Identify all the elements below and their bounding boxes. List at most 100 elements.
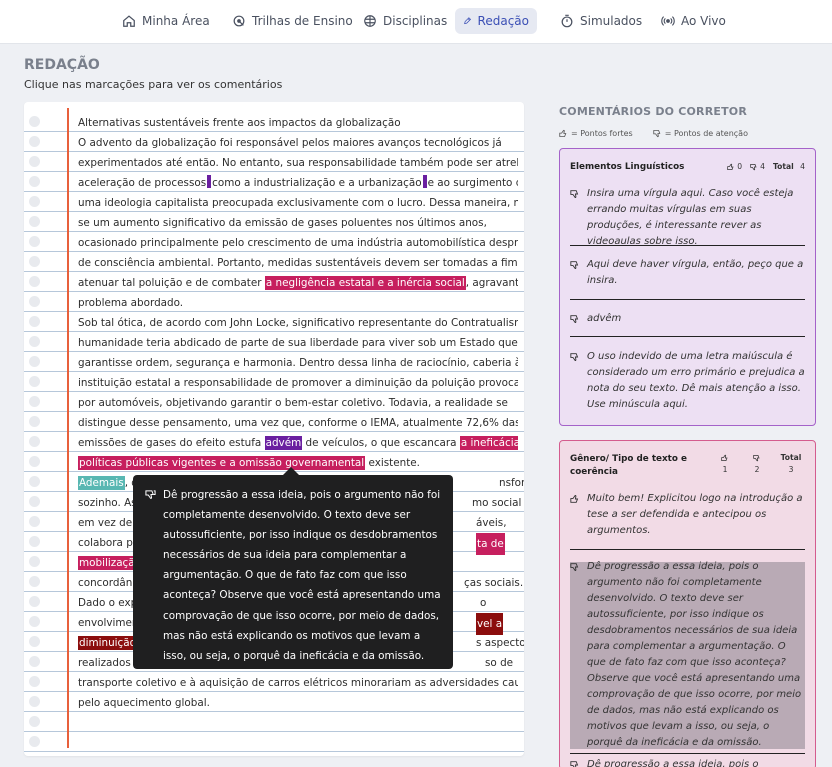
nav-redacao[interactable]: Redação — [455, 8, 537, 34]
comment-item[interactable]: Insira uma vírgula aqui. Caso você estej… — [570, 186, 805, 250]
thumbs-down-icon — [653, 130, 661, 138]
nav-label: Ao Vivo — [681, 14, 726, 28]
legend-strong: = Pontos fortes — [559, 129, 633, 138]
nav-simulados[interactable]: Simulados — [552, 8, 650, 34]
tooltip-arrow — [283, 467, 299, 475]
line-dot — [29, 156, 40, 167]
tooltip-text: Dê progressão a essa ideia, pois o argum… — [163, 489, 441, 662]
comment-marker[interactable] — [207, 175, 212, 188]
highlight-mark[interactable]: vel a — [476, 613, 504, 635]
highlight-mark[interactable]: Ademais — [78, 476, 125, 490]
count-attention: 4 — [750, 162, 765, 171]
card-title: Elementos Linguísticos — [570, 162, 685, 172]
thumbs-down-icon — [145, 490, 156, 499]
highlight-mark[interactable]: mobilizaçã — [78, 556, 136, 570]
count-strong: 1 — [713, 454, 737, 474]
comment-divider — [570, 299, 805, 300]
broadcast-icon — [661, 16, 675, 26]
line-dot — [29, 296, 40, 307]
line-dot — [29, 576, 40, 587]
line-dot — [29, 116, 40, 127]
thumbs-down-icon — [753, 454, 760, 461]
nav-trilhas[interactable]: Trilhas de Ensino — [224, 8, 361, 34]
comment-item[interactable]: Muito bem! Explicitou logo na introdução… — [570, 491, 805, 539]
line-dot — [29, 436, 40, 447]
essay-line: instituição estatal a responsabilidade d… — [78, 377, 518, 389]
comment-item[interactable]: Aqui deve haver vírgula, então, peço que… — [570, 257, 805, 289]
nav-disciplinas[interactable]: Disciplinas — [355, 8, 455, 34]
nav-ao-vivo[interactable]: Ao Vivo — [653, 8, 734, 34]
comment-item[interactable]: O uso indevido de uma letra maiúscula é … — [570, 349, 805, 413]
line-dot — [29, 556, 40, 567]
essay-line: Sob tal ótica, de acordo com John Locke,… — [78, 317, 518, 329]
nav-label: Disciplinas — [383, 14, 448, 28]
line-dot — [29, 236, 40, 247]
line-dot — [29, 616, 40, 627]
essay-line: aceleração de processos como a industrial… — [78, 175, 518, 189]
essay-line: atenuar tal poluição e de combater a neg… — [78, 276, 518, 290]
line-dot — [29, 696, 40, 707]
highlight-mark[interactable]: políticas públicas vigentes e a omissão … — [78, 456, 366, 470]
line-dot — [29, 136, 40, 147]
thumbs-up-icon — [559, 129, 567, 137]
comment-item[interactable]: advêm — [570, 311, 805, 327]
essay-line: Alternativas sustentáveis frente aos imp… — [78, 117, 401, 129]
highlight-mark[interactable]: ta de — [476, 533, 505, 555]
card-counts: 0 4 Total 4 — [727, 162, 805, 171]
nav-label: Redação — [477, 14, 529, 28]
card-title: Gênero/ Tipo de texto e coerência — [570, 454, 687, 477]
highlight-mark[interactable]: diminuição — [78, 636, 137, 650]
ruled-line — [24, 732, 524, 752]
count-total: Total 4 — [772, 162, 805, 171]
thumbs-down-icon — [570, 353, 579, 362]
line-dot — [29, 356, 40, 367]
thumbs-down-icon — [750, 163, 757, 170]
count-total: Total 3 — [780, 453, 802, 474]
essay-line: garantisse ordem, segurança e harmonia. … — [78, 357, 518, 369]
comment-item-selected[interactable]: Dê progressão a essa ideia, pois o argum… — [570, 559, 805, 751]
line-dot — [29, 496, 40, 507]
comment-item[interactable]: Dê progressão a essa ideia, pois o argum… — [570, 757, 805, 767]
essay-line: experimentados até então. No entanto, su… — [78, 157, 518, 169]
highlight-mark[interactable]: advém — [264, 436, 303, 450]
line-dot — [29, 476, 40, 487]
comment-divider — [570, 245, 805, 246]
ruled-line — [24, 712, 524, 732]
sidebar-title: COMENTÁRIOS DO CORRETOR — [559, 105, 748, 118]
comment-card-genero-coerencia: Gênero/ Tipo de texto e coerência 1 2 To… — [559, 440, 816, 767]
highlight-mark[interactable]: a ineficácia das — [459, 436, 518, 450]
line-dot — [29, 456, 40, 467]
line-dot — [29, 316, 40, 327]
line-dot — [29, 676, 40, 687]
card-counts: 1 2 Total 3 — [713, 453, 805, 474]
line-dot — [29, 336, 40, 347]
line-dot — [29, 256, 40, 267]
comment-card-elementos-linguisticos: Elementos Linguísticos 0 4 Total 4 Insir… — [559, 148, 816, 426]
paper-margin-line — [67, 108, 69, 748]
nav-minha-area[interactable]: Minha Área — [114, 8, 218, 34]
timer-icon — [561, 14, 573, 28]
thumbs-down-icon — [570, 563, 579, 572]
comment-marker[interactable] — [422, 175, 427, 188]
legend: = Pontos fortes = Pontos de atenção — [559, 129, 748, 138]
essay-line: transporte coletivo e à aquisição de car… — [78, 677, 518, 689]
line-dot — [29, 516, 40, 527]
line-dot — [29, 736, 40, 747]
line-dot — [29, 396, 40, 407]
count-attention: 2 — [745, 454, 769, 474]
essay-line: ocasionado principalmente pelo crescimen… — [78, 237, 518, 249]
top-navigation: Minha Área Trilhas de Ensino Disciplinas… — [0, 0, 832, 44]
line-dot — [29, 656, 40, 667]
highlight-mark[interactable]: a negligência estatal e a inércia social — [264, 276, 466, 290]
line-dot — [29, 716, 40, 727]
essay-line: pelo aquecimento global. — [78, 697, 210, 709]
count-strong: 0 — [727, 162, 742, 171]
comment-divider — [570, 549, 805, 550]
line-dot — [29, 536, 40, 547]
comment-tooltip: Dê progressão a essa ideia, pois o argum… — [133, 475, 453, 669]
essay-line: se um aumento significativo da emissão d… — [78, 217, 487, 229]
essay-line: por automóveis, objetivando garantir o b… — [78, 397, 508, 409]
pencil-icon — [464, 17, 472, 25]
page-title: REDAÇÃO — [24, 57, 100, 73]
thumbs-down-icon — [570, 261, 579, 270]
